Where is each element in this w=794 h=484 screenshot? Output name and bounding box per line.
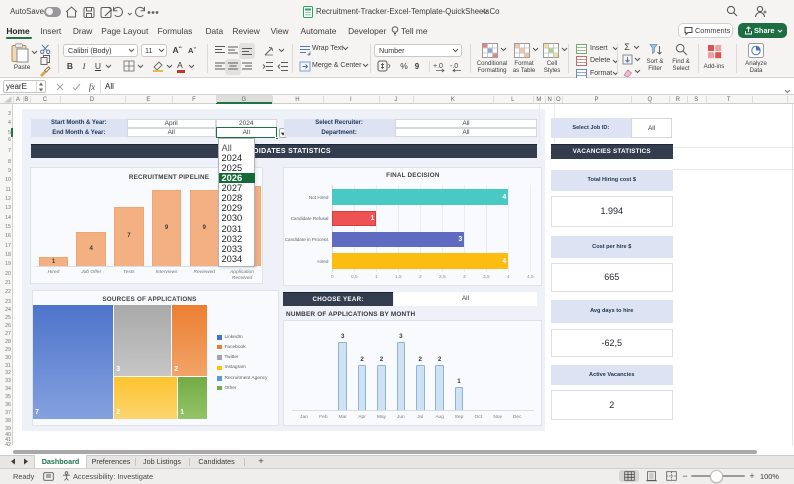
svg-text:-.0: -.0 bbox=[450, 63, 458, 70]
svg-text:+.0: +.0 bbox=[433, 63, 443, 70]
